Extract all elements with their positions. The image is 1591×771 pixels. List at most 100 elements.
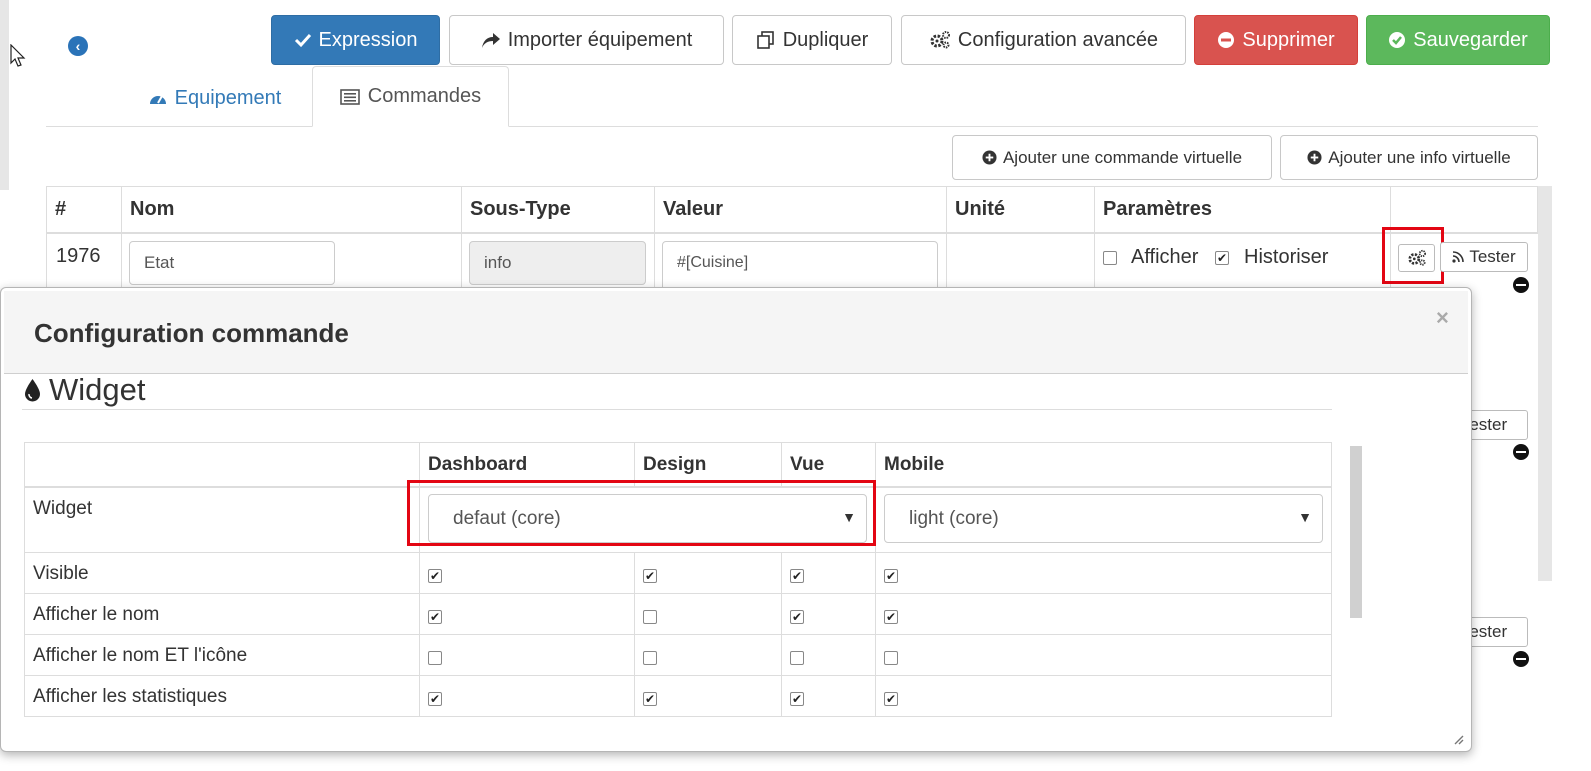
visible-vue-checkbox[interactable]: ✔ <box>790 568 804 583</box>
close-icon[interactable]: × <box>1436 305 1449 331</box>
widget-section-label: Widget <box>49 372 146 407</box>
visible-dashboard-checkbox[interactable]: ✔ <box>428 568 442 583</box>
left-edge-bar <box>0 0 9 190</box>
plus-circle-icon <box>1307 150 1322 165</box>
remove-command-icon[interactable] <box>1513 444 1529 460</box>
show-name-icon-vue-checkbox[interactable] <box>790 650 804 665</box>
table-border <box>461 232 462 292</box>
visible-design-checkbox[interactable]: ✔ <box>643 568 657 583</box>
tab-commandes-label: Commandes <box>367 85 482 107</box>
modal-title: Configuration commande <box>34 318 349 348</box>
table-row: Afficher le nom ✔ ✔ ✔ <box>24 592 1332 635</box>
show-stats-vue-checkbox[interactable]: ✔ <box>790 691 804 706</box>
show-name-dashboard-checkbox[interactable]: ✔ <box>428 609 442 624</box>
check-circle-icon <box>1389 32 1406 48</box>
tab-commandes[interactable]: Commandes <box>312 66 509 127</box>
show-stats-label: Afficher les statistiques <box>24 674 420 717</box>
column-header-name: Nom <box>121 186 461 232</box>
mouse-cursor-icon <box>10 43 26 72</box>
highlight-config-button <box>1382 227 1444 284</box>
save-button[interactable]: Sauvegarder <box>1366 15 1550 65</box>
command-name-input[interactable]: Etat <box>129 241 335 285</box>
column-header-mobile: Mobile <box>875 442 1332 488</box>
back-arrow-icon[interactable]: ‹ <box>68 36 88 56</box>
delete-button[interactable]: Supprimer <box>1194 15 1358 65</box>
duplicate-button[interactable]: Dupliquer <box>732 15 892 65</box>
column-header-actions <box>1390 186 1538 232</box>
remove-command-icon[interactable] <box>1513 277 1529 293</box>
chevron-down-icon: ▼ <box>1298 509 1312 525</box>
show-name-mobile-checkbox[interactable]: ✔ <box>884 609 898 624</box>
table-border <box>46 232 47 292</box>
duplicate-label: Dupliquer <box>782 28 869 51</box>
table-border <box>121 232 122 292</box>
column-header-value: Valeur <box>654 186 946 232</box>
section-divider <box>22 409 1332 410</box>
save-label: Sauvegarder <box>1413 28 1528 51</box>
import-equipment-label: Importer équipement <box>507 28 693 51</box>
advanced-config-label: Configuration avancée <box>957 28 1159 51</box>
show-stats-dashboard-checkbox[interactable]: ✔ <box>428 691 442 706</box>
afficher-label: Afficher <box>1131 246 1199 268</box>
historiser-checkbox[interactable]: ✔ <box>1215 251 1229 265</box>
share-arrow-icon <box>481 33 500 48</box>
column-header-parameters: Paramètres <box>1094 186 1390 232</box>
copy-icon <box>756 31 774 49</box>
column-header-subtype: Sous-Type <box>461 186 654 232</box>
widget-section-heading: Widget <box>24 372 145 408</box>
tester-label: Tester <box>1469 247 1516 266</box>
minus-circle-icon <box>1218 32 1235 48</box>
show-name-icon-label: Afficher le nom ET l'icône <box>24 633 420 676</box>
resize-handle-icon[interactable] <box>1452 732 1464 749</box>
tint-icon <box>25 379 40 402</box>
table-border <box>654 232 655 292</box>
mobile-widget-select[interactable]: light (core) ▼ <box>884 494 1323 543</box>
show-name-icon-dashboard-checkbox[interactable] <box>428 650 442 665</box>
show-name-icon-mobile-checkbox[interactable] <box>884 650 898 665</box>
check-icon <box>294 33 311 48</box>
historiser-label: Historiser <box>1244 246 1329 268</box>
afficher-checkbox[interactable] <box>1103 251 1117 265</box>
show-name-vue-checkbox[interactable]: ✔ <box>790 609 804 624</box>
show-stats-mobile-checkbox[interactable]: ✔ <box>884 691 898 706</box>
column-header-id: # <box>46 186 121 232</box>
highlight-dashboard-select <box>407 480 876 546</box>
tab-equipement-label: Equipement <box>174 86 282 109</box>
remove-command-icon[interactable] <box>1513 651 1529 667</box>
column-header-unit: Unité <box>946 186 1094 232</box>
table-border <box>1094 232 1095 292</box>
table-border <box>946 232 947 292</box>
plus-circle-icon <box>982 150 997 165</box>
table-row: Afficher le nom ET l'icône <box>24 633 1332 676</box>
add-virtual-command-button[interactable]: Ajouter une commande virtuelle <box>952 135 1272 180</box>
show-name-icon-design-checkbox[interactable] <box>643 650 657 665</box>
page-scrollbar[interactable] <box>1538 186 1552 581</box>
add-virtual-info-button[interactable]: Ajouter une info virtuelle <box>1280 135 1538 180</box>
table-row: Afficher les statistiques ✔ ✔ ✔ ✔ <box>24 674 1332 717</box>
column-header-blank <box>24 442 420 488</box>
visible-label: Visible <box>24 551 420 594</box>
import-equipment-button[interactable]: Importer équipement <box>449 15 724 65</box>
cogs-icon <box>930 31 950 49</box>
list-alt-icon <box>339 88 360 105</box>
modal-scrollbar[interactable] <box>1350 446 1362 618</box>
show-stats-design-checkbox[interactable]: ✔ <box>643 691 657 706</box>
command-subtype-field: info <box>469 241 646 285</box>
expression-label: Expression <box>318 28 418 51</box>
tester-button[interactable]: Tester <box>1440 242 1528 272</box>
widget-row-label: Widget <box>24 486 420 553</box>
expression-button[interactable]: Expression <box>271 15 440 65</box>
add-virtual-info-label: Ajouter une info virtuelle <box>1328 147 1511 167</box>
add-virtual-command-label: Ajouter une commande virtuelle <box>1002 147 1243 167</box>
tachometer-icon <box>149 95 166 104</box>
tab-equipement[interactable]: Equipement <box>122 76 307 120</box>
show-name-design-checkbox[interactable] <box>643 609 657 624</box>
mobile-widget-value: light (core) <box>909 507 999 529</box>
visible-mobile-checkbox[interactable]: ✔ <box>884 568 898 583</box>
command-value-textarea[interactable]: #[Cuisine] <box>662 241 938 291</box>
advanced-config-button[interactable]: Configuration avancée <box>901 15 1186 65</box>
show-name-label: Afficher le nom <box>24 592 420 635</box>
delete-label: Supprimer <box>1242 28 1335 51</box>
table-row: Visible ✔ ✔ ✔ ✔ <box>24 551 1332 594</box>
rss-icon <box>1452 251 1465 263</box>
